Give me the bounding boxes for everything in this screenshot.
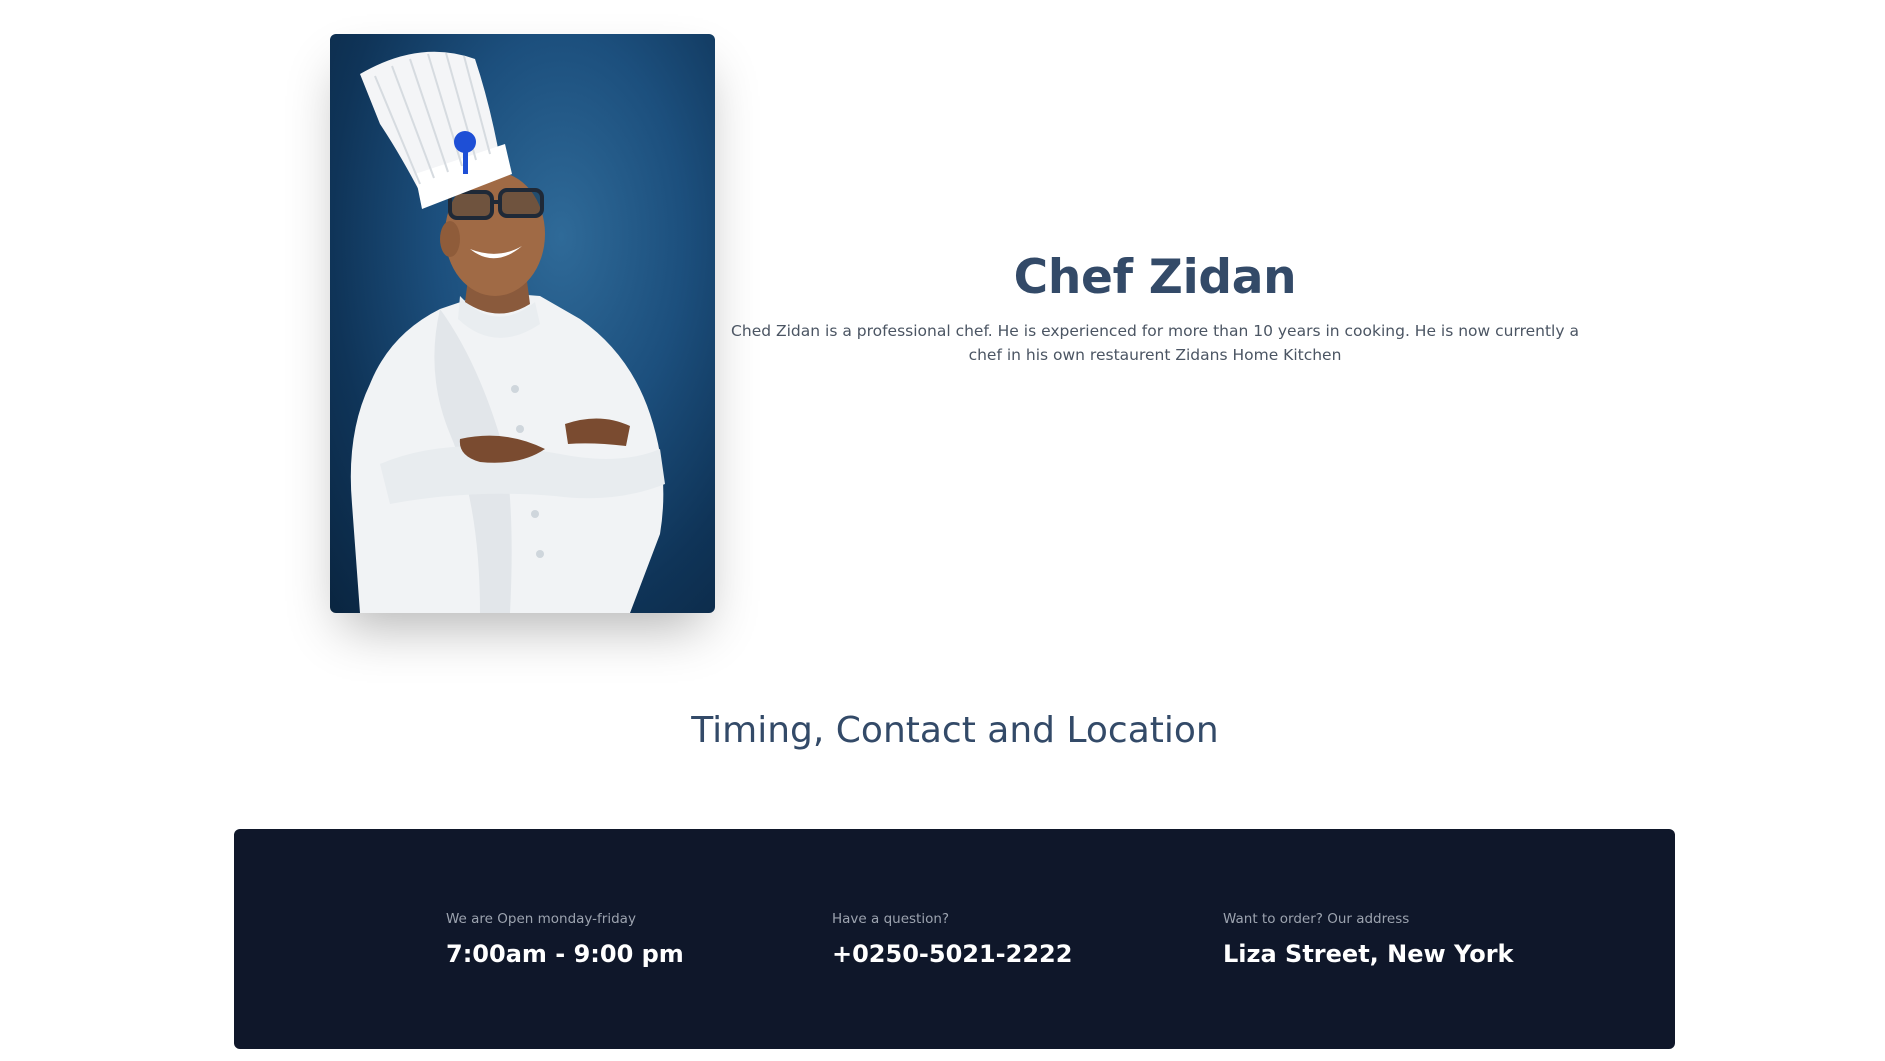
address-label: Want to order? Our address [1223,911,1410,927]
section-title: Timing, Contact and Location [691,710,1219,751]
chef-photo [330,34,715,613]
chef-name-heading: Chef Zidan [1013,250,1297,305]
address-value: Liza Street, New York [1223,940,1514,968]
chef-bio: Ched Zidan is a professional chef. He is… [731,322,1579,364]
contact-label: Have a question? [832,911,950,927]
address-block: Want to order? Our address Liza Street, … [1223,909,1513,971]
chef-info: Chef Zidan Ched Zidan is a professional … [730,245,1580,367]
info-banner: We are Open monday-friday 7:00am - 9:00 … [234,829,1675,1049]
phone-number[interactable]: +0250-5021-2222 [832,937,1072,971]
opening-hours-label: We are Open monday-friday [446,911,636,927]
opening-hours-value: 7:00am - 9:00 pm [446,940,684,968]
opening-hours-block: We are Open monday-friday 7:00am - 9:00 … [446,909,684,971]
contact-block: Have a question? +0250-5021-2222 [832,909,1072,971]
